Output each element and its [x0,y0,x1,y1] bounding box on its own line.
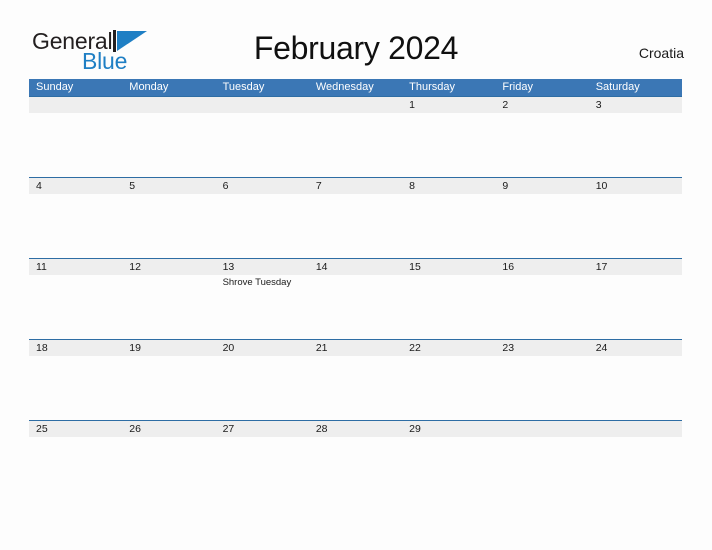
calendar-week-row: 18 19 20 21 22 23 24 [29,339,682,420]
day-number[interactable]: 12 [122,259,215,275]
week-date-band: 25 26 27 28 29 [29,421,682,437]
weekday-header-sunday: Sunday [36,81,74,93]
day-cell[interactable] [29,113,122,177]
day-cell[interactable] [216,356,309,420]
day-cell[interactable] [29,275,122,339]
day-cell[interactable] [122,437,215,501]
weekday-header-thursday: Thursday [409,81,455,93]
day-cell[interactable] [402,113,495,177]
week-date-band: 4 5 6 7 8 9 10 [29,178,682,194]
page-header: General Blue February 2024 Croatia [0,0,712,76]
day-cell[interactable] [29,437,122,501]
week-date-band: 11 12 13 14 15 16 17 [29,259,682,275]
weekday-header-monday: Monday [129,81,169,93]
day-cell[interactable] [402,275,495,339]
day-cell[interactable] [589,113,682,177]
day-cell[interactable] [29,356,122,420]
day-cell[interactable] [402,194,495,258]
week-event-band [29,113,682,177]
day-number[interactable]: 9 [495,178,588,194]
day-number[interactable]: 4 [29,178,122,194]
day-cell[interactable] [309,356,402,420]
calendar-week-row: 1 2 3 [29,96,682,177]
day-number[interactable]: 22 [402,340,495,356]
week-event-band [29,437,682,501]
day-cell[interactable] [29,194,122,258]
day-number[interactable]: 5 [122,178,215,194]
weekday-header-friday: Friday [502,81,533,93]
day-cell[interactable] [216,437,309,501]
day-number[interactable]: 14 [309,259,402,275]
day-number[interactable]: 20 [216,340,309,356]
day-number[interactable]: 6 [216,178,309,194]
day-number[interactable] [309,97,402,113]
country-label: Croatia [638,45,684,61]
day-cell[interactable] [495,437,588,501]
day-number[interactable]: 21 [309,340,402,356]
calendar-week-row: 25 26 27 28 29 [29,420,682,501]
day-cell[interactable] [589,356,682,420]
day-number[interactable] [495,421,588,437]
day-number[interactable]: 10 [589,178,682,194]
day-number[interactable] [122,97,215,113]
day-cell[interactable] [216,194,309,258]
day-cell[interactable] [122,356,215,420]
day-cell[interactable] [495,275,588,339]
day-cell[interactable] [309,437,402,501]
page-title: February 2024 [253,30,459,66]
day-number[interactable]: 8 [402,178,495,194]
day-number[interactable]: 2 [495,97,588,113]
day-cell[interactable] [122,194,215,258]
day-number[interactable]: 27 [216,421,309,437]
day-cell[interactable] [589,275,682,339]
day-cell[interactable] [122,113,215,177]
day-cell[interactable] [309,275,402,339]
day-cell-shrove-tuesday[interactable]: Shrove Tuesday [216,275,309,339]
day-number[interactable]: 7 [309,178,402,194]
day-cell[interactable] [122,275,215,339]
day-number[interactable] [216,97,309,113]
day-cell[interactable] [495,194,588,258]
day-number[interactable]: 11 [29,259,122,275]
day-cell[interactable] [589,437,682,501]
day-event-label: Shrove Tuesday [222,277,292,288]
day-number[interactable]: 26 [122,421,215,437]
weekday-header-saturday: Saturday [595,81,640,93]
day-number[interactable]: 3 [589,97,682,113]
day-number[interactable]: 17 [589,259,682,275]
day-cell[interactable] [495,113,588,177]
day-number[interactable] [589,421,682,437]
calendar-page: General Blue February 2024 Croatia Sunda… [0,0,712,550]
week-event-band [29,356,682,420]
week-date-band: 1 2 3 [29,97,682,113]
day-number[interactable]: 23 [495,340,588,356]
calendar-week-row: 4 5 6 7 8 9 10 [29,177,682,258]
day-number[interactable] [29,97,122,113]
weekday-header-tuesday: Tuesday [222,81,265,93]
calendar-grid: Sunday Monday Tuesday Wednesday Thursday… [29,79,682,501]
day-number[interactable]: 28 [309,421,402,437]
day-number[interactable]: 18 [29,340,122,356]
day-cell[interactable] [589,194,682,258]
day-number[interactable]: 25 [29,421,122,437]
day-cell[interactable] [216,113,309,177]
day-cell[interactable] [309,194,402,258]
day-cell[interactable] [309,113,402,177]
week-event-band [29,194,682,258]
week-event-band: Shrove Tuesday [29,275,682,339]
weekday-header-wednesday: Wednesday [315,81,374,93]
day-number[interactable]: 16 [495,259,588,275]
day-cell[interactable] [495,356,588,420]
day-cell[interactable] [402,356,495,420]
week-date-band: 18 19 20 21 22 23 24 [29,340,682,356]
day-number[interactable]: 29 [402,421,495,437]
calendar-week-row: 11 12 13 14 15 16 17 Shrove Tuesday [29,258,682,339]
day-number[interactable]: 15 [402,259,495,275]
day-number[interactable]: 13 [216,259,309,275]
day-number[interactable]: 19 [122,340,215,356]
day-cell[interactable] [402,437,495,501]
day-number[interactable]: 24 [589,340,682,356]
day-number[interactable]: 1 [402,97,495,113]
weekday-header-row: Sunday Monday Tuesday Wednesday Thursday… [29,79,682,96]
